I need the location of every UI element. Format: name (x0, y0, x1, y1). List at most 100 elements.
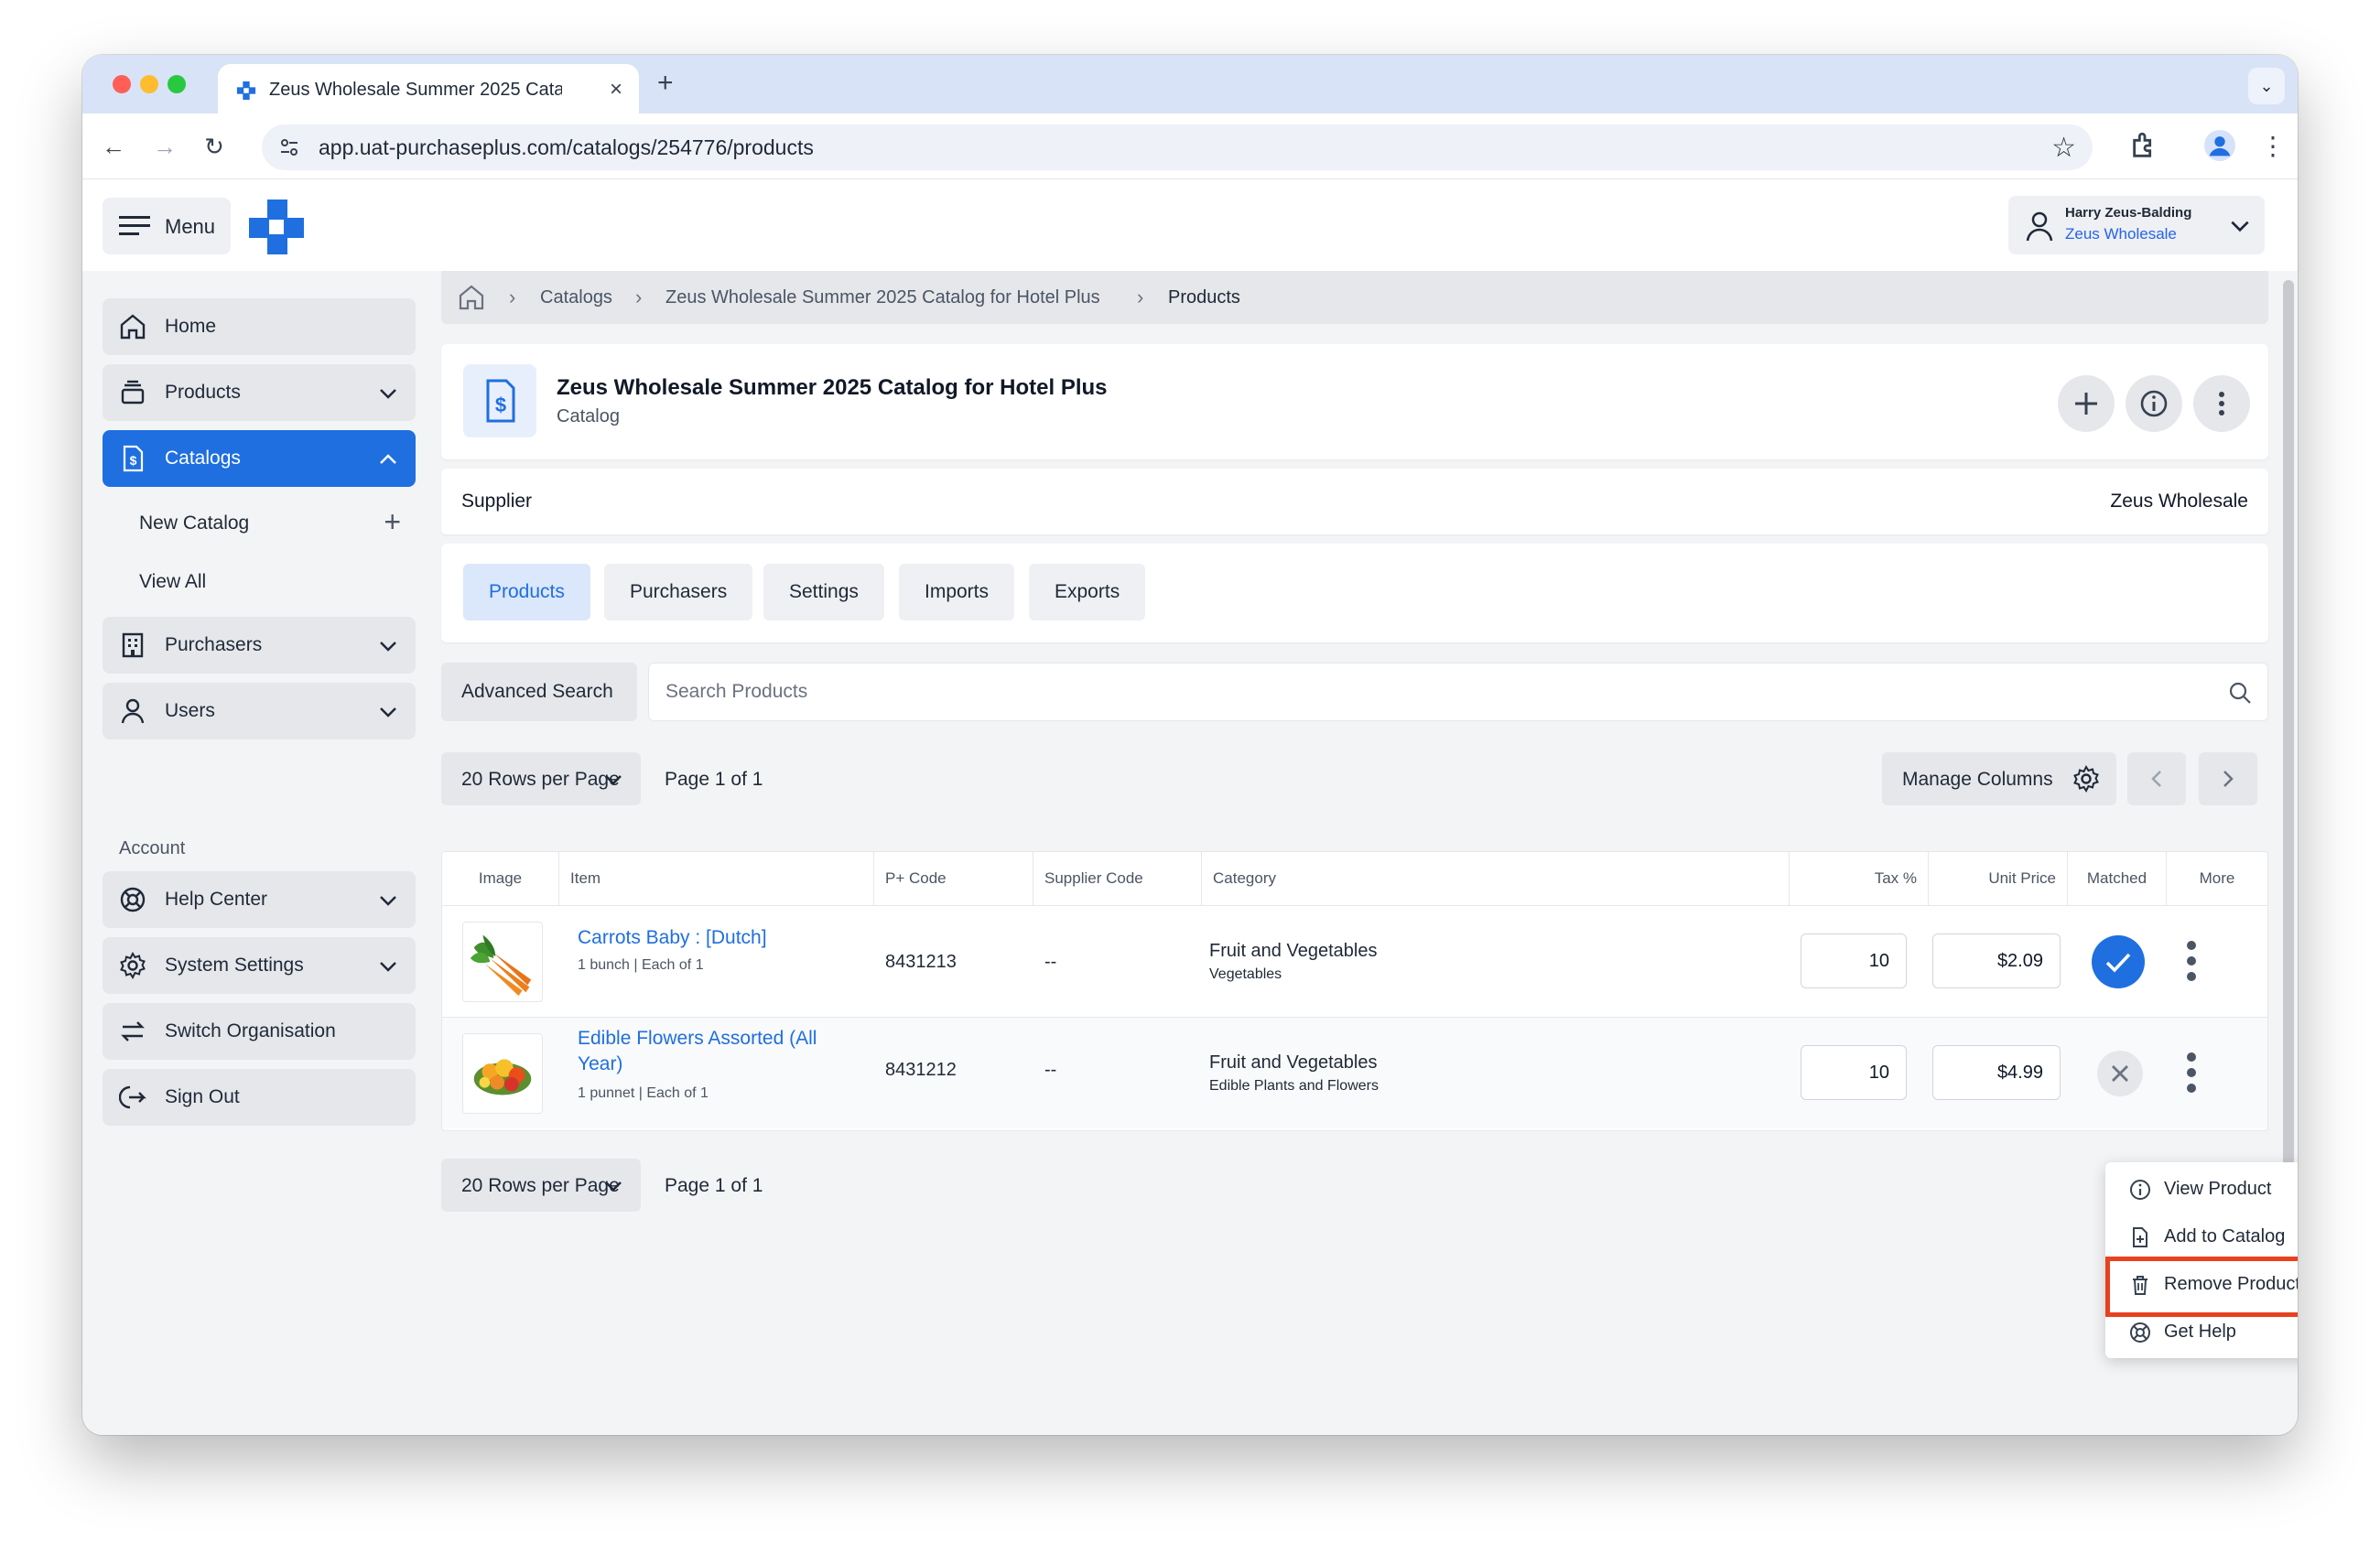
sidebar-item-label: Purchasers (165, 634, 263, 655)
sidebar-item-switch-organisation[interactable]: Switch Organisation (103, 1003, 416, 1060)
category: Fruit and Vegetables (1209, 941, 1378, 961)
browser-tab-bar: Zeus Wholesale Summer 2025 Catalog for H… (82, 55, 2298, 113)
forward-arrow-icon[interactable]: → (146, 128, 183, 165)
tab-purchasers[interactable]: Purchasers (604, 564, 753, 620)
sidebar-item-label: Catalogs (165, 448, 241, 469)
previous-page-button[interactable] (2127, 752, 2186, 805)
more-options-button[interactable] (2193, 375, 2250, 432)
column-header-matched: Matched (2068, 852, 2167, 905)
new-tab-icon[interactable]: + (657, 68, 674, 99)
next-page-button[interactable] (2199, 752, 2257, 805)
browser-menu-icon[interactable]: ⋮ (2259, 130, 2287, 163)
reload-icon[interactable]: ↻ (196, 128, 233, 165)
sidebar-item-products[interactable]: Products (103, 364, 416, 421)
close-window-button[interactable] (113, 75, 131, 93)
search-input[interactable] (665, 676, 2176, 707)
page-indicator: Page 1 of 1 (665, 769, 763, 790)
bookmark-star-icon[interactable]: ☆ (2051, 132, 2076, 164)
product-name-link[interactable]: Carrots Baby : [Dutch] (578, 924, 843, 951)
unmatched-button[interactable] (2097, 1051, 2143, 1096)
sidebar-item-label: Home (165, 316, 217, 337)
chevron-down-icon (380, 389, 396, 399)
search-icon[interactable] (2227, 680, 2253, 706)
product-name-link[interactable]: Edible Flowers Assorted (All (578, 1025, 843, 1052)
rows-per-page-select-bottom[interactable]: 20 Rows per Page (441, 1159, 641, 1212)
tab-label: Settings (789, 581, 859, 602)
tab-label: Purchasers (630, 581, 728, 602)
column-header-more: More (2199, 869, 2235, 887)
chevron-down-icon (605, 775, 622, 785)
matched-check-button[interactable] (2092, 935, 2145, 988)
extensions-icon[interactable] (2129, 130, 2160, 161)
unit-price-input[interactable]: $4.99 (1932, 1045, 2061, 1100)
row-more-button[interactable] (2178, 933, 2205, 988)
switch-arrows-icon (121, 1021, 145, 1041)
home-icon[interactable] (458, 284, 485, 311)
tab-products[interactable]: Products (463, 564, 590, 620)
sidebar-item-home[interactable]: Home (103, 298, 416, 355)
tab-close-icon[interactable]: × (610, 77, 622, 103)
tab-exports[interactable]: Exports (1029, 564, 1146, 620)
sidebar-item-purchasers[interactable]: Purchasers (103, 617, 416, 674)
info-icon (2130, 1180, 2150, 1200)
menu-item-view-product[interactable]: View Product (2105, 1166, 2298, 1212)
site-settings-icon[interactable] (278, 136, 300, 158)
add-button[interactable] (2058, 375, 2115, 432)
page-scrollbar[interactable] (2283, 280, 2294, 1195)
close-icon (2112, 1065, 2128, 1082)
plus-icon[interactable]: + (384, 505, 401, 539)
breadcrumb-catalogs[interactable]: Catalogs (540, 287, 612, 308)
address-bar[interactable]: app.uat-purchaseplus.com/catalogs/254776… (262, 124, 2093, 170)
user-icon (2026, 211, 2053, 242)
menu-button[interactable]: Menu (103, 198, 231, 254)
rows-per-page-select[interactable]: 20 Rows per Page (441, 752, 641, 805)
building-icon (122, 632, 144, 658)
product-name-link-continued[interactable]: Year) (578, 1051, 843, 1077)
row-more-button[interactable] (2178, 1045, 2205, 1100)
tab-title: Zeus Wholesale Summer 2025 Catalog for H… (269, 80, 562, 100)
tab-imports[interactable]: Imports (899, 564, 1015, 620)
breadcrumb: › Catalogs › Zeus Wholesale Summer 2025 … (441, 271, 2268, 324)
search-box (648, 663, 2268, 721)
hamburger-icon (119, 216, 150, 235)
back-arrow-icon[interactable]: ← (95, 128, 132, 165)
svg-text:$: $ (495, 394, 506, 416)
breadcrumb-separator-icon: › (635, 286, 643, 308)
sidebar-item-catalogs[interactable]: $ Catalogs (103, 430, 416, 487)
minimize-window-button[interactable] (140, 75, 158, 93)
rows-per-page-label: 20 Rows per Page (461, 1175, 620, 1196)
product-meta: 1 bunch | Each of 1 (578, 957, 704, 973)
breadcrumb-catalog[interactable]: Zeus Wholesale Summer 2025 Catalog for H… (665, 287, 1100, 308)
unit-price-input[interactable]: $2.09 (1932, 933, 2061, 988)
profile-avatar-icon[interactable] (2204, 130, 2235, 161)
sidebar-item-sign-out[interactable]: Sign Out (103, 1069, 416, 1126)
maximize-window-button[interactable] (168, 75, 186, 93)
tab-search-chevron-icon[interactable]: ⌄ (2248, 68, 2285, 104)
breadcrumb-products: Products (1168, 287, 1240, 308)
purchaseplus-logo[interactable] (249, 200, 304, 254)
remove-product-highlight (2105, 1257, 2298, 1317)
column-header-p-code: P+ Code (874, 852, 1033, 905)
sidebar-item-users[interactable]: Users (103, 683, 416, 739)
info-button[interactable] (2126, 375, 2182, 432)
manage-columns-button[interactable]: Manage Columns (1882, 752, 2116, 805)
home-icon (120, 314, 146, 340)
menu-item-add-to-catalog[interactable]: Add to Catalog (2105, 1214, 2298, 1259)
subcategory: Edible Plants and Flowers (1209, 1078, 1379, 1094)
advanced-search-button[interactable]: Advanced Search (441, 663, 637, 721)
gear-icon (120, 952, 146, 979)
chevron-down-icon (380, 962, 396, 972)
chevron-right-icon (2223, 771, 2234, 787)
sidebar-item-help-center[interactable]: Help Center (103, 871, 416, 928)
sidebar-item-system-settings[interactable]: System Settings (103, 937, 416, 994)
user-name: Harry Zeus-Balding (2065, 205, 2192, 221)
browser-tab[interactable]: Zeus Wholesale Summer 2025 Catalog for H… (218, 64, 639, 113)
tax-input[interactable]: 10 (1801, 933, 1907, 988)
tab-label: Products (489, 581, 565, 602)
sidebar-subitem-view-all[interactable]: View All (139, 558, 414, 604)
user-menu-button[interactable]: Harry Zeus-Balding Zeus Wholesale (2008, 196, 2265, 254)
tax-input[interactable]: 10 (1801, 1045, 1907, 1100)
tab-settings[interactable]: Settings (763, 564, 884, 620)
sidebar-subitem-new-catalog[interactable]: New Catalog + (139, 500, 414, 545)
svg-text:$: $ (130, 453, 137, 468)
